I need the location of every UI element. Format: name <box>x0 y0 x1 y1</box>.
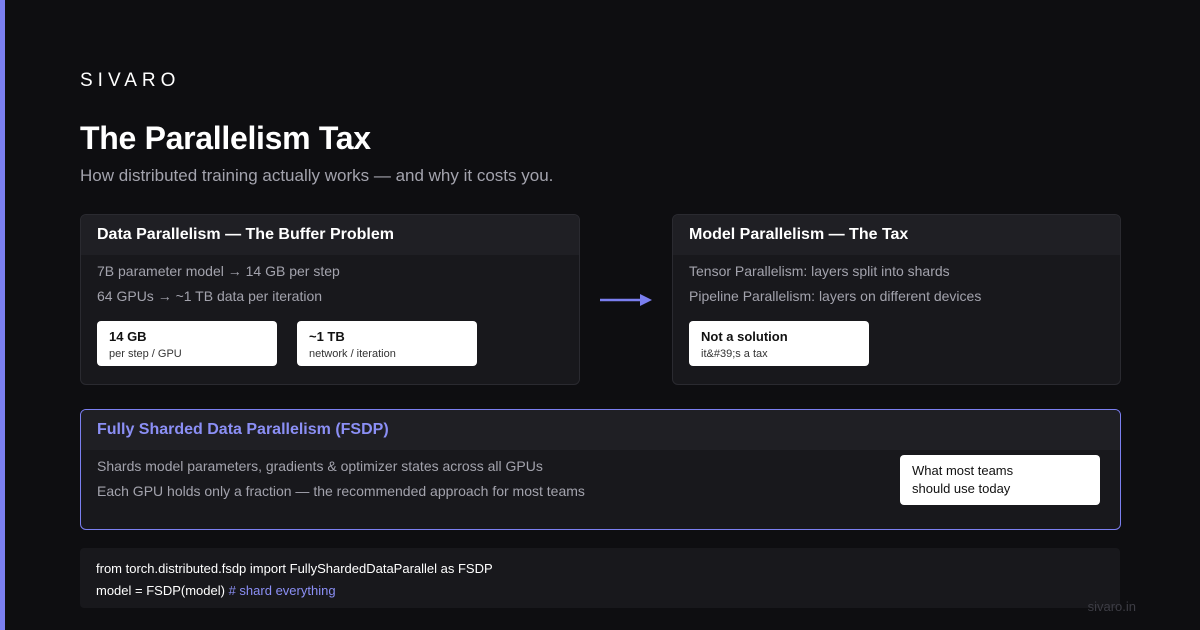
code-text: model = FSDP(model) <box>96 583 225 598</box>
note-line: What most teams <box>912 463 1014 478</box>
code-block: from torch.distributed.fsdp import Fully… <box>80 548 1120 608</box>
stat-box-tax: Not a solution it&#39;s a tax <box>689 321 869 366</box>
note-line: should use today <box>912 481 1011 496</box>
left-accent-bar <box>0 0 5 630</box>
card-heading: Model Parallelism — The Tax <box>673 215 1120 255</box>
card-line: 7B parameter model → 14 GB per step <box>97 263 340 279</box>
page-subtitle: How distributed training actually works … <box>80 166 554 185</box>
card-heading: Fully Sharded Data Parallelism (FSDP) <box>81 410 1120 450</box>
code-comment: # shard everything <box>228 583 336 598</box>
footer-domain: sivaro.in <box>1087 599 1136 614</box>
card-line: Tensor Parallelism: layers split into sh… <box>689 263 950 279</box>
stat-value: 14 GB <box>109 329 147 344</box>
stat-box-network: ~1 TB network / iteration <box>297 321 477 366</box>
fsdp-card: Fully Sharded Data Parallelism (FSDP) Sh… <box>80 409 1121 530</box>
code-line-import: from torch.distributed.fsdp import Fully… <box>96 561 493 576</box>
stat-value: Not a solution <box>701 329 788 344</box>
stat-box-step: 14 GB per step / GPU <box>97 321 277 366</box>
stat-value: ~1 TB <box>309 329 345 344</box>
card-line: 64 GPUs → ~1 TB data per iteration <box>97 288 323 304</box>
model-parallelism-card: Model Parallelism — The Tax Tensor Paral… <box>672 214 1121 385</box>
stat-label: it&#39;s a tax <box>701 348 768 360</box>
recommendation-note: What most teams should use today <box>900 455 1100 505</box>
brand-logo: SIVARO <box>80 70 181 91</box>
code-line-model: model = FSDP(model) # shard everything <box>96 580 1104 602</box>
card-line: Each GPU holds only a fraction — the rec… <box>97 483 585 499</box>
stat-label: per step / GPU <box>109 348 182 360</box>
page-title: The Parallelism Tax <box>80 120 371 156</box>
data-parallelism-card: Data Parallelism — The Buffer Problem 7B… <box>80 214 580 385</box>
stat-label: network / iteration <box>309 348 396 360</box>
arrow-right-icon <box>600 294 652 306</box>
card-line: Pipeline Parallelism: layers on differen… <box>689 288 982 304</box>
card-line: Shards model parameters, gradients & opt… <box>97 458 543 474</box>
card-heading: Data Parallelism — The Buffer Problem <box>81 215 579 255</box>
